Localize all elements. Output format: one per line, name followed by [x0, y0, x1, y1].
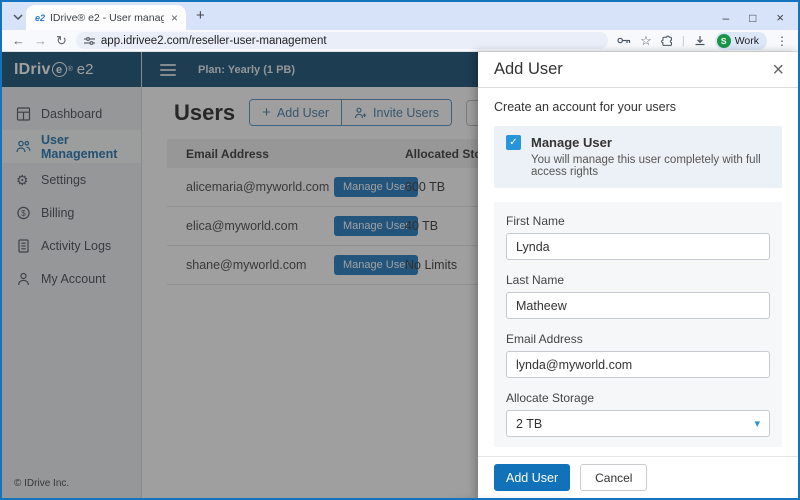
manage-user-box: ✓ Manage User You will manage this user … [494, 126, 782, 188]
selected-storage-value: 2 TB [516, 417, 542, 431]
cancel-button[interactable]: Cancel [580, 464, 647, 491]
manage-user-checkbox[interactable]: ✓ [506, 135, 521, 150]
browser-window: e2 IDrive® e2 - User management × + – □ … [0, 0, 800, 500]
browser-tab[interactable]: e2 IDrive® e2 - User management × [26, 5, 186, 30]
browser-toolbar: ← → ↻ app.idrivee2.com/reseller-user-man… [2, 30, 798, 52]
maximize-icon[interactable]: □ [749, 12, 756, 24]
address-bar[interactable]: app.idrivee2.com/reseller-user-managemen… [76, 32, 608, 49]
tab-search-button[interactable] [9, 8, 26, 25]
tab-close-icon[interactable]: × [169, 11, 180, 25]
email-field[interactable] [506, 351, 770, 378]
manage-user-label: Manage User [531, 135, 612, 150]
manage-user-description: You will manage this user completely wit… [531, 154, 770, 178]
first-name-label: First Name [506, 214, 770, 228]
add-user-form: First Name Last Name Email Address Alloc… [494, 202, 782, 447]
back-icon[interactable]: ← [12, 34, 25, 47]
avatar: S [717, 34, 731, 48]
last-name-field[interactable] [506, 292, 770, 319]
submit-add-user-button[interactable]: Add User [494, 464, 570, 491]
downloads-icon[interactable] [694, 35, 706, 47]
profile-name: Work [735, 35, 759, 47]
modal-dim-overlay [2, 52, 480, 498]
site-favicon: e2 [35, 13, 45, 23]
app-area: IDrive®e2 Dashboard User Management ⚙ Se… [2, 52, 798, 498]
allocate-storage-select[interactable]: 2 TB ▾ [506, 410, 770, 437]
profile-chip[interactable]: S Work [715, 32, 767, 50]
tab-title: IDrive® e2 - User management [50, 12, 164, 24]
last-name-label: Last Name [506, 273, 770, 287]
panel-footer: Add User Cancel [478, 456, 798, 498]
reload-icon[interactable]: ↻ [56, 34, 67, 47]
url-text: app.idrivee2.com/reseller-user-managemen… [101, 35, 327, 47]
bookmark-star-icon[interactable]: ☆ [640, 33, 652, 49]
add-user-panel: Add User × Create an account for your us… [478, 52, 798, 498]
password-key-icon[interactable] [617, 36, 631, 45]
allocate-storage-label: Allocate Storage [506, 391, 770, 405]
forward-icon[interactable]: → [34, 34, 47, 47]
site-info-icon[interactable] [84, 36, 95, 46]
new-tab-button[interactable]: + [196, 7, 205, 24]
close-icon[interactable]: × [772, 60, 784, 80]
browser-tabstrip: e2 IDrive® e2 - User management × + – □ … [2, 2, 798, 30]
extensions-icon[interactable] [661, 35, 673, 47]
toolbar-divider: | [682, 35, 685, 47]
browser-menu-icon[interactable]: ⋮ [776, 34, 788, 48]
chevron-down-icon: ▾ [754, 417, 760, 430]
email-address-label: Email Address [506, 332, 770, 346]
panel-subtitle: Create an account for your users [478, 88, 798, 122]
panel-title: Add User [494, 60, 563, 79]
window-close-icon[interactable]: × [776, 11, 784, 24]
first-name-field[interactable] [506, 233, 770, 260]
minimize-icon[interactable]: – [722, 12, 729, 24]
